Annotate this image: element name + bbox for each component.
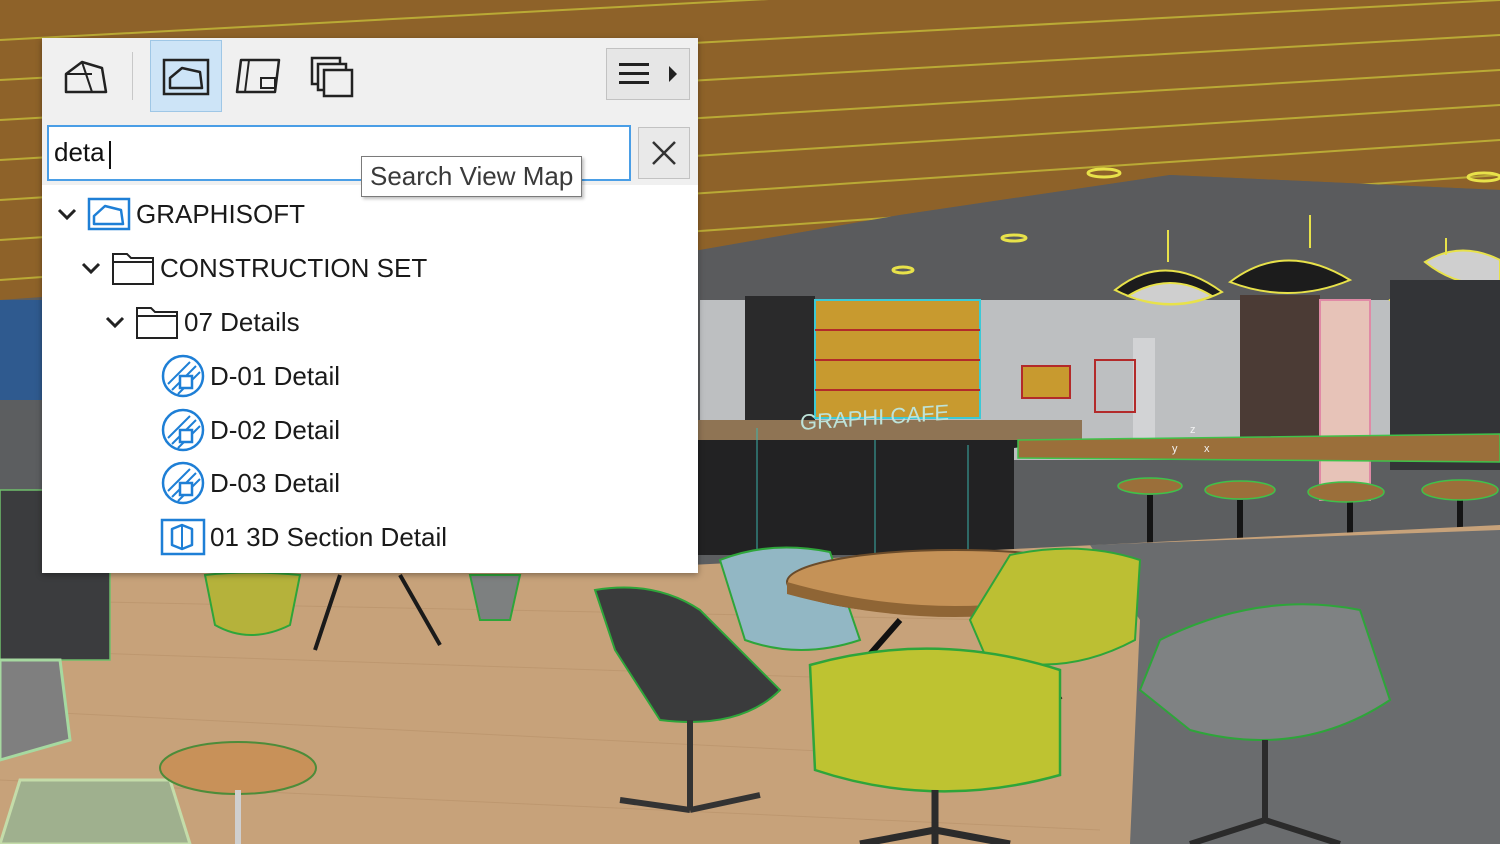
tree-item-3d-section[interactable]: 01 3D Section Detail (160, 512, 447, 562)
tree-item-label: D-01 Detail (210, 360, 341, 391)
tree-item-label: 01 3D Section Detail (210, 521, 448, 552)
close-icon (652, 141, 676, 165)
text-caret (109, 141, 111, 169)
tree-item-label: D-02 Detail (210, 414, 341, 445)
tree-item-d03[interactable]: D-03 Detail (160, 458, 340, 508)
axis-y-label: y (1172, 443, 1178, 455)
project-map-button[interactable] (50, 40, 122, 112)
tree-node-07-details[interactable]: 07 Details (104, 297, 300, 347)
axis-z-label: z (1190, 424, 1196, 436)
view-map-icon (86, 194, 132, 234)
chevron-down-icon[interactable] (80, 257, 102, 279)
chevron-down-icon[interactable] (56, 203, 78, 225)
3d-section-icon (160, 517, 206, 557)
tree-label-root: GRAPHISOFT (136, 198, 306, 229)
view-map-button[interactable] (150, 40, 222, 112)
tree-item-d02[interactable]: D-02 Detail (160, 405, 340, 455)
detail-view-icon (160, 461, 206, 505)
tree-node-construction-set[interactable]: CONSTRUCTION SET (80, 243, 427, 293)
axis-x-label: x (1204, 443, 1210, 455)
triangle-right-icon (669, 66, 677, 82)
chevron-down-icon[interactable] (104, 311, 126, 333)
tree-node-graphisoft[interactable]: GRAPHISOFT (56, 189, 305, 239)
detail-view-icon (160, 354, 206, 398)
folder-icon (134, 302, 180, 342)
search-tooltip: Search View Map (361, 156, 583, 197)
tree-item-d01[interactable]: D-01 Detail (160, 351, 340, 401)
folder-icon (110, 248, 156, 288)
toolbar-separator (132, 52, 133, 100)
navigator-panel: Search View Map GRAPHISOFT (42, 38, 698, 573)
options-menu-button[interactable] (606, 48, 690, 100)
tree-item-label: D-03 Detail (210, 467, 341, 498)
layout-book-icon (235, 58, 281, 94)
tree-label-folder: CONSTRUCTION SET (160, 252, 428, 283)
clear-search-button[interactable] (638, 127, 690, 179)
hamburger-menu-icon (619, 63, 649, 84)
tree-label-subfolder: 07 Details (184, 306, 300, 337)
view-map-icon (162, 58, 210, 96)
project-map-icon (64, 60, 108, 94)
layout-book-button[interactable] (223, 40, 295, 112)
publisher-sets-button[interactable] (296, 40, 368, 112)
detail-view-icon (160, 408, 206, 452)
publisher-sets-icon (310, 56, 354, 98)
